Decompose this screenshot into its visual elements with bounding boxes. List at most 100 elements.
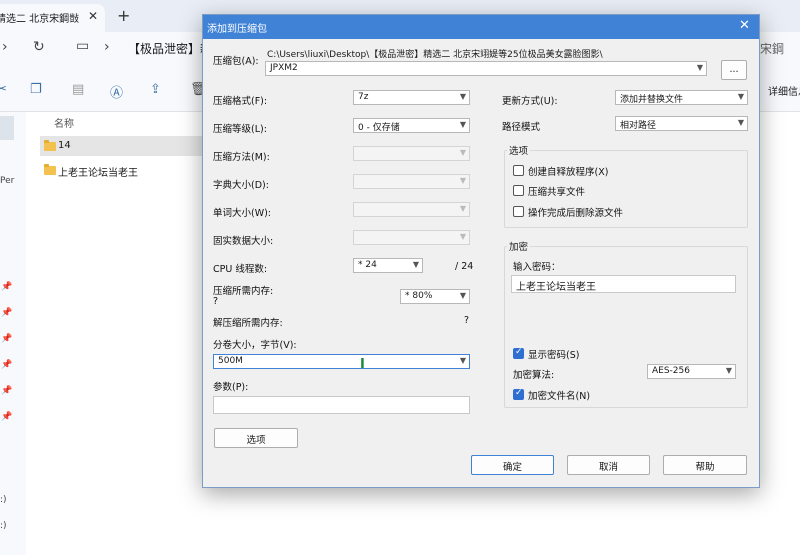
- back-icon[interactable]: ›: [2, 39, 8, 55]
- new-tab-icon[interactable]: +: [117, 6, 130, 25]
- memory-label: 压缩所需内存:: [213, 286, 274, 297]
- cancel-button[interactable]: 取消: [567, 455, 650, 475]
- name-column-header[interactable]: 名称: [54, 115, 74, 130]
- method-select[interactable]: ▼: [353, 146, 470, 161]
- chevron-down-icon: ▼: [737, 92, 744, 101]
- cpu-select[interactable]: * 24 ▼: [353, 258, 423, 273]
- show-password-label: 显示密码(S): [528, 350, 580, 361]
- format-select[interactable]: 7z ▼: [353, 90, 470, 105]
- sfx-checkbox[interactable]: [513, 165, 524, 176]
- pin-icon: 📌: [1, 412, 13, 422]
- format-label: 压缩格式(F):: [213, 96, 268, 107]
- level-label: 压缩等级(L):: [213, 124, 267, 135]
- text-cursor-icon: I: [360, 357, 365, 372]
- address-text[interactable]: 【极品泄密】新: [128, 40, 212, 57]
- cpu-label: CPU 线程数:: [213, 264, 268, 275]
- chevron-down-icon: ▼: [725, 366, 732, 375]
- encrypt-names-checkbox[interactable]: [513, 388, 524, 400]
- password-input[interactable]: 上老王论坛当老王: [511, 275, 736, 293]
- update-value: 添加并替换文件: [620, 95, 684, 105]
- solid-select[interactable]: ▼: [353, 230, 470, 245]
- close-icon[interactable]: ✕: [739, 18, 750, 33]
- chevron-down-icon: ▼: [459, 204, 466, 213]
- monitor-icon[interactable]: ▭: [76, 38, 89, 54]
- file-name: 上老王论坛当老王: [58, 168, 138, 179]
- password-label: 输入密码：: [513, 262, 561, 273]
- pin-icon: 📌: [1, 360, 13, 370]
- algorithm-value: AES-256: [652, 366, 690, 376]
- params-label: 参数(P):: [213, 382, 249, 393]
- chevron-down-icon: ▼: [459, 291, 466, 300]
- solid-label: 固实数据大小:: [213, 236, 274, 247]
- level-value: 0 - 仅存储: [358, 123, 400, 133]
- chevron-down-icon: ▼: [459, 356, 466, 365]
- pin-icon: 📌: [1, 334, 13, 344]
- folder-icon: [44, 140, 56, 151]
- path-mode-value: 相对路径: [620, 121, 657, 131]
- word-select[interactable]: ▼: [353, 202, 470, 217]
- volume-label: 分卷大小，字节(V):: [213, 340, 297, 351]
- decompress-memory-value: ?: [464, 315, 470, 326]
- format-value: 7z: [358, 92, 369, 102]
- close-tab-icon[interactable]: ✕: [88, 9, 98, 23]
- options-group-title: 选项: [507, 143, 531, 157]
- pin-icon: 📌: [1, 386, 13, 396]
- algorithm-label: 加密算法:: [513, 370, 555, 381]
- refresh-icon[interactable]: ↻: [33, 39, 45, 55]
- help-button[interactable]: 帮助: [663, 455, 747, 475]
- paste-icon[interactable]: ▤: [72, 82, 84, 97]
- params-input[interactable]: [213, 396, 470, 414]
- list-item[interactable]: 14: [40, 136, 210, 156]
- encryption-group-title: 加密: [507, 239, 531, 253]
- chevron-down-icon: ▼: [696, 63, 703, 72]
- add-to-archive-dialog: 添加到压缩包 ✕ 压缩包(A): C:\Users\liuxi\Desktop\…: [202, 14, 760, 488]
- archive-path: C:\Users\liuxi\Desktop\【极品泄密】精选二 北京宋翊媞等2…: [267, 50, 603, 60]
- copy-icon[interactable]: ❐: [30, 82, 42, 97]
- dict-select[interactable]: ▼: [353, 174, 470, 189]
- update-label: 更新方式(U):: [502, 96, 558, 107]
- update-select[interactable]: 添加并替换文件 ▼: [615, 90, 748, 105]
- search-box-text[interactable]: 宋鋼: [760, 40, 784, 57]
- path-mode-label: 路径模式: [502, 122, 541, 133]
- encrypt-names-label: 加密文件名(N): [528, 391, 591, 402]
- options-button[interactable]: 选项: [214, 428, 298, 448]
- path-mode-select[interactable]: 相对路径 ▼: [615, 116, 748, 131]
- chevron-right-icon[interactable]: ›: [104, 39, 110, 55]
- show-password-checkbox[interactable]: [513, 347, 524, 359]
- dict-label: 字典大小(D):: [213, 180, 269, 191]
- navigation-pane: Per 📌 📌 📌 📌 📌 📌 :) :): [0, 112, 26, 555]
- shared-label: 压缩共享文件: [528, 187, 586, 198]
- browse-button[interactable]: ...: [721, 60, 747, 80]
- delete-source-checkbox[interactable]: [513, 206, 524, 217]
- method-label: 压缩方法(M):: [213, 152, 270, 163]
- sfx-label: 创建自释放程序(X): [528, 167, 609, 178]
- file-name: 14: [58, 140, 71, 151]
- cut-icon[interactable]: ✂: [0, 82, 7, 97]
- drive-item[interactable]: :): [0, 495, 7, 505]
- pin-icon: 📌: [1, 282, 13, 292]
- pin-icon: 📌: [1, 308, 13, 318]
- memory-combo-value: * 80%: [405, 291, 433, 301]
- tab-title: 精选二 北京宋鋼敱: [0, 14, 80, 25]
- details-button[interactable]: 详细信息: [768, 83, 800, 98]
- drive-item[interactable]: :): [0, 521, 7, 531]
- archive-name-combo[interactable]: JPXM2 ▼: [265, 61, 707, 76]
- share-icon[interactable]: ⇪: [150, 82, 161, 97]
- chevron-down-icon: ▼: [737, 118, 744, 127]
- ok-button[interactable]: 确定: [471, 455, 554, 475]
- folder-icon: [44, 164, 56, 175]
- nav-selected-item[interactable]: [0, 116, 14, 140]
- word-label: 单词大小(W):: [213, 208, 272, 219]
- chevron-down-icon: ▼: [412, 260, 419, 269]
- rename-icon[interactable]: Ⓐ: [110, 82, 123, 101]
- archive-name-value: JPXM2: [270, 63, 298, 73]
- nav-item-text[interactable]: Per: [0, 176, 14, 186]
- memory-select[interactable]: * 80% ▼: [400, 289, 470, 304]
- volume-value: 500M: [218, 356, 243, 366]
- shared-checkbox[interactable]: [513, 185, 524, 196]
- level-select[interactable]: 0 - 仅存储 ▼: [353, 118, 470, 133]
- algorithm-select[interactable]: AES-256 ▼: [647, 364, 736, 379]
- decompress-memory-label: 解压缩所需内存:: [213, 318, 283, 329]
- volume-size-combo[interactable]: 500M ▼: [213, 354, 470, 369]
- cpu-value: * 24: [358, 260, 377, 270]
